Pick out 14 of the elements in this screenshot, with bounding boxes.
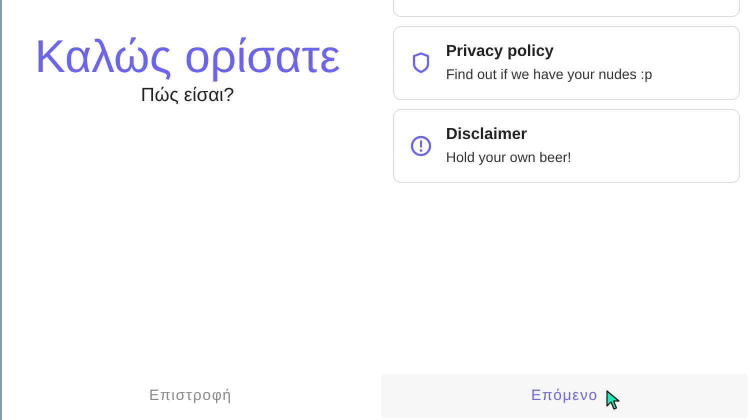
card-description: Hold your own beer! (446, 148, 572, 167)
cursor-icon (606, 390, 620, 411)
card[interactable] (393, 0, 740, 17)
next-button[interactable]: Επόμενο (381, 374, 748, 418)
info-card[interactable]: Disclaimer Hold your own beer! (393, 109, 740, 183)
info-card[interactable]: Privacy policy Find out if we have your nudes :p (393, 26, 740, 100)
welcome-title: Καλώς ορίσατε (34, 29, 340, 84)
welcome-subtitle: Πώς είσαι? (140, 84, 234, 108)
alert-icon (410, 135, 432, 157)
card-title: Privacy policy (446, 42, 555, 62)
card-description: Find out if we have your nudes :p (446, 65, 652, 84)
card-title: Disclaimer (446, 125, 528, 145)
shield-icon (411, 51, 431, 75)
back-button[interactable]: Επιστροφή (0, 374, 381, 418)
